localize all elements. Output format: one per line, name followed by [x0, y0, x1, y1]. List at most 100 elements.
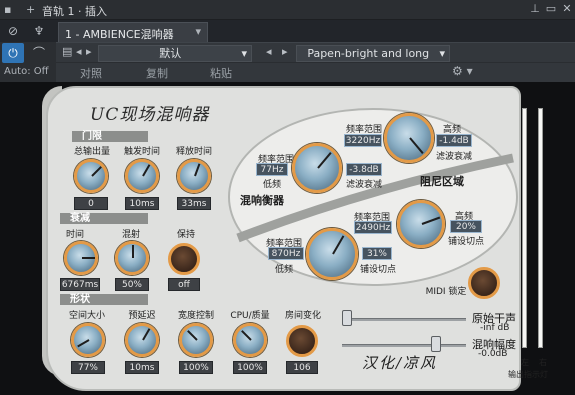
damp-low-knob[interactable] [306, 228, 358, 280]
close-icon[interactable]: ✕ [560, 2, 574, 16]
meter-right-label: 右 [539, 358, 547, 367]
routing-icon[interactable]: ♆ [28, 21, 50, 41]
preset-left-value: 默认 [159, 47, 182, 60]
power-icon[interactable]: ⏻ [2, 43, 24, 63]
knob-pointer [132, 245, 134, 258]
damp-high-knob[interactable] [397, 200, 445, 248]
eq-low-cut-value[interactable]: -3.8dB [346, 163, 382, 176]
tab-ambience[interactable]: 1 - AMBIENCE混响器 ▾ [58, 22, 208, 42]
wet-fader-track[interactable] [342, 344, 466, 347]
gear-icon[interactable]: ⚙ ▾ [452, 64, 473, 78]
toolbar-divider [56, 62, 575, 63]
shape-predelay-knob[interactable] [125, 323, 159, 357]
shape-label-quality: CPU/质量 [230, 311, 270, 321]
gate-output-knob[interactable] [74, 159, 108, 193]
meter-left-label: 左 [521, 358, 529, 367]
preset-select-right[interactable]: Papen-bright and long ▾ [296, 45, 450, 62]
shape-quality-knob[interactable] [233, 323, 267, 357]
preset-select-left[interactable]: 默认 ▾ [98, 45, 252, 62]
plugin-logo: UC现场混响器 [90, 105, 210, 125]
knob-pointer [409, 137, 424, 154]
damp-low-amount[interactable]: 31% [362, 247, 392, 260]
dry-fader-track[interactable] [342, 318, 466, 321]
auto-off-label[interactable]: Auto: Off [4, 66, 49, 77]
midi-lock-label: MIDI 锁定 [425, 287, 467, 297]
knob-pointer [187, 330, 198, 341]
midi-lock-button[interactable] [468, 267, 500, 299]
dry-value: -inf dB [480, 323, 510, 333]
dock-icon[interactable]: ▪ [4, 3, 11, 16]
shape-label-size: 空间大小 [68, 311, 105, 321]
shape-width-value[interactable]: 100% [179, 361, 213, 374]
gate-release-value[interactable]: 33ms [177, 197, 211, 210]
knob-pointer [82, 257, 95, 259]
gate-output-value[interactable]: 0 [74, 197, 108, 210]
decay-diffuse-knob[interactable] [115, 241, 149, 275]
window-titlebar: ▪ + 音轨 1 · 插入 ⊥ ▭ ✕ [0, 0, 575, 20]
knob-pointer [91, 166, 102, 177]
gate-attack-knob[interactable] [125, 159, 159, 193]
output-meter-left [522, 108, 527, 348]
eq-low-freq[interactable]: 77Hz [256, 163, 288, 176]
decay-hold-button[interactable] [168, 243, 200, 275]
eq-high-cut-label: 滤波衰减 [435, 152, 472, 162]
compare-button[interactable]: 对照 [80, 65, 102, 81]
decay-diffuse-value[interactable]: 50% [115, 278, 149, 291]
decay-time-value[interactable]: 6767ms [60, 278, 100, 291]
dry-fader-thumb[interactable] [342, 310, 352, 326]
gate-release-knob[interactable] [177, 159, 211, 193]
decay-header: 衰减 [60, 213, 148, 224]
shape-size-knob[interactable] [71, 323, 105, 357]
shape-variation-value[interactable]: 106 [286, 361, 318, 374]
eq-title: 混响衡器 [240, 194, 284, 207]
knob-pointer [77, 339, 90, 348]
preset-next-right-icon[interactable]: ▸ [282, 45, 288, 58]
tab-label: 1 - AMBIENCE混响器 [65, 28, 174, 41]
decay-hold-value[interactable]: off [168, 278, 200, 291]
decay-time-knob[interactable] [64, 241, 98, 275]
meter-caption: 输出指示灯 [508, 370, 548, 379]
gate-label-release: 释放时间 [175, 147, 212, 157]
bypass-ring-icon[interactable]: ⊘ [2, 21, 24, 41]
preset-prev-right-icon[interactable]: ◂ [266, 45, 272, 58]
damp-low-amount-label: 铺设切点 [359, 265, 396, 275]
shape-label-variation: 房间变化 [284, 311, 321, 321]
knob-pointer [142, 328, 151, 341]
eq-high-knob[interactable] [384, 113, 434, 163]
damp-high-amount[interactable]: 20% [450, 220, 482, 233]
damp-high-freq[interactable]: 2490Hz [354, 221, 392, 234]
damp-low-freq[interactable]: 870Hz [268, 247, 304, 260]
pin-icon[interactable]: ⊥ [528, 2, 542, 16]
decay-label-diffuse: 混射 [121, 230, 140, 240]
preset-menu-icon[interactable]: ▤ [62, 45, 72, 58]
eq-high-cut-value[interactable]: -1.4dB [436, 134, 472, 147]
tab-bar: 1 - AMBIENCE混响器 ▾ [0, 20, 575, 42]
wet-value: -0.0dB [478, 349, 508, 359]
shape-size-value[interactable]: 77% [71, 361, 105, 374]
tab-dropdown-icon[interactable]: ▾ [195, 25, 201, 38]
eq-high-freq[interactable]: 3220Hz [344, 134, 382, 147]
paste-button[interactable]: 粘贴 [210, 65, 232, 81]
automation-icon[interactable]: ⌒ [28, 43, 50, 63]
restore-icon[interactable]: ▭ [544, 2, 558, 16]
eq-low-type: 低频 [262, 180, 281, 190]
preset-next-icon[interactable]: ▸ [86, 45, 92, 58]
eq-low-knob[interactable] [292, 143, 342, 193]
preset-prev-icon[interactable]: ◂ [76, 45, 82, 58]
wet-fader-thumb[interactable] [430, 336, 441, 352]
knob-pointer [317, 152, 332, 169]
shape-width-knob[interactable] [179, 323, 213, 357]
gate-header: 门限 [72, 131, 148, 142]
shape-predelay-value[interactable]: 10ms [125, 361, 159, 374]
eq-low-cut-label: 滤波衰减 [345, 180, 382, 190]
shape-label-predelay: 预延迟 [128, 311, 156, 321]
shape-quality-value[interactable]: 100% [233, 361, 267, 374]
knob-pointer [241, 330, 252, 341]
damp-low-type: 低频 [274, 265, 293, 275]
preset-right-value: Papen-bright and long [307, 47, 430, 60]
gate-attack-value[interactable]: 10ms [125, 197, 159, 210]
shape-variation-button[interactable] [286, 325, 318, 357]
copy-button[interactable]: 复制 [146, 65, 168, 81]
decay-label-hold: 保持 [176, 230, 195, 240]
add-icon[interactable]: + [26, 3, 35, 16]
